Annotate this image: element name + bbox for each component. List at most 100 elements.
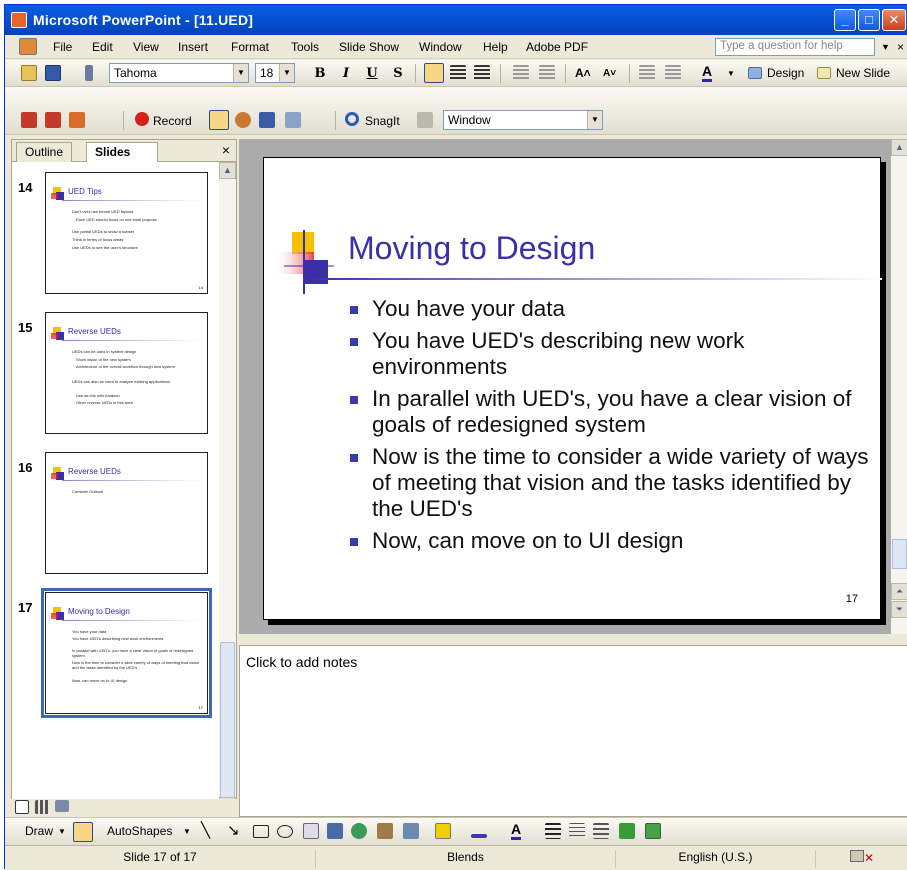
thumb-page-number: 14	[198, 285, 203, 290]
slide-thumbnail-16[interactable]: Reverse UEDs Consider Outlook	[45, 452, 208, 574]
line-style-icon[interactable]	[545, 823, 561, 839]
slide-thumbnail-17[interactable]: Moving to Design You have your data You …	[41, 588, 212, 718]
ask-question-input[interactable]: Type a question for help	[715, 38, 875, 56]
menu-window[interactable]: Window	[419, 40, 462, 54]
snagit-button[interactable]: SnagIt	[365, 114, 400, 128]
rectangle-icon[interactable]	[253, 825, 269, 838]
italic-button[interactable]: I	[337, 65, 355, 83]
draw-font-color-icon[interactable]: A	[511, 821, 522, 840]
narrate-icon[interactable]	[235, 112, 251, 128]
underline-button[interactable]: U	[363, 65, 381, 83]
menu-edit[interactable]: Edit	[92, 40, 113, 54]
bullets-icon[interactable]	[539, 65, 555, 81]
bold-button[interactable]: B	[311, 65, 329, 83]
document-icon[interactable]	[19, 38, 37, 55]
slide-title[interactable]: Moving to Design	[348, 230, 595, 267]
align-center-icon[interactable]	[450, 65, 466, 81]
minimize-button[interactable]: _	[834, 9, 856, 31]
menu-insert[interactable]: Insert	[178, 40, 208, 54]
line-color-icon[interactable]	[471, 834, 487, 838]
slide-bullets[interactable]: You have your data You have UED's descri…	[350, 296, 870, 560]
thumb-line: You have UED's describing new work envir…	[72, 636, 164, 641]
decrease-indent-icon[interactable]	[639, 65, 655, 81]
numbering-icon[interactable]	[513, 65, 529, 81]
menu-help[interactable]: Help	[483, 40, 508, 54]
textbox-icon[interactable]	[303, 823, 319, 839]
close-button[interactable]: ✕	[882, 9, 906, 31]
wordart-icon[interactable]	[327, 823, 343, 839]
new-slide-button[interactable]: New Slide	[836, 66, 890, 80]
arrow-style-icon[interactable]	[593, 823, 609, 839]
shadow-button[interactable]: S	[389, 65, 407, 83]
save-icon[interactable]	[45, 65, 61, 81]
fill-color-icon[interactable]	[435, 823, 451, 839]
current-slide[interactable]: Moving to Design You have your data You …	[263, 157, 882, 620]
font-color-dropdown-icon[interactable]: ▼	[727, 69, 735, 78]
font-combo[interactable]: Tahoma ▼	[109, 63, 249, 83]
acrobat-review-icon[interactable]	[69, 112, 85, 128]
tab-outline[interactable]: Outline	[16, 142, 73, 162]
scroll-thumb[interactable]	[220, 642, 235, 802]
toolbar-options-icon[interactable]	[85, 65, 93, 81]
spelling-status-icon[interactable]: ✕	[815, 850, 907, 868]
decrease-font-icon[interactable]: A˅	[603, 68, 616, 79]
tab-slides[interactable]: Slides	[86, 142, 158, 162]
presentation-icon[interactable]	[285, 112, 301, 128]
shadow-style-icon[interactable]	[619, 823, 635, 839]
3d-style-icon[interactable]	[645, 823, 661, 839]
align-right-icon[interactable]	[474, 65, 490, 81]
line-icon[interactable]: ╲	[201, 821, 210, 839]
slide-sorter-icon[interactable]	[35, 800, 49, 814]
prev-slide-icon[interactable]: ⏶	[891, 583, 907, 600]
font-dropdown-icon[interactable]: ▼	[233, 64, 248, 82]
powerpoint-app-icon[interactable]	[11, 12, 27, 28]
arrow-icon[interactable]: ↘	[227, 821, 240, 839]
record-button[interactable]: Record	[153, 114, 192, 128]
diagram-icon[interactable]	[351, 823, 367, 839]
slide-thumbnail-15[interactable]: Reverse UEDs UEDs can be used in system …	[45, 312, 208, 434]
next-slide-icon[interactable]: ⏷	[891, 601, 907, 618]
menu-tools[interactable]: Tools	[291, 40, 319, 54]
ask-dropdown-icon[interactable]: ▼	[881, 42, 890, 52]
maximize-button[interactable]: □	[858, 9, 880, 31]
menu-adobe-pdf[interactable]: Adobe PDF	[526, 40, 588, 54]
clipart-icon[interactable]	[377, 823, 393, 839]
open-folder-icon[interactable]	[21, 65, 37, 81]
notes-splitter[interactable]	[239, 635, 907, 645]
dash-style-icon[interactable]	[569, 823, 585, 839]
doc-close-icon[interactable]: ×	[897, 40, 904, 54]
editor-scroll-thumb[interactable]	[892, 539, 907, 569]
picture-icon[interactable]	[403, 823, 419, 839]
draw-menu-button[interactable]: Draw	[25, 824, 53, 838]
acrobat-convert-icon[interactable]	[21, 112, 37, 128]
oval-icon[interactable]	[277, 825, 293, 838]
pane-close-icon[interactable]: ×	[222, 142, 230, 158]
increase-indent-icon[interactable]	[665, 65, 681, 81]
increase-font-icon[interactable]: A˄	[575, 66, 591, 80]
acrobat-email-icon[interactable]	[45, 112, 61, 128]
snagit-profile-icon[interactable]	[417, 112, 433, 128]
normal-view-icon[interactable]	[15, 800, 29, 814]
menu-view[interactable]: View	[133, 40, 159, 54]
font-size-combo[interactable]: 18 ▼	[255, 63, 295, 83]
slide-thumbnail-14[interactable]: UED Tips Don't over-use formal UED layou…	[45, 172, 208, 294]
editor-scrollbar[interactable]: ▲ ⏶ ⏷	[891, 139, 907, 634]
design-button[interactable]: Design	[767, 66, 804, 80]
menu-file[interactable]: File	[53, 40, 72, 54]
menu-format[interactable]: Format	[231, 40, 269, 54]
select-objects-icon[interactable]	[73, 822, 93, 842]
pointer-tool-icon[interactable]	[209, 110, 229, 130]
window-combo[interactable]: Window ▼	[443, 110, 603, 130]
menu-slide-show[interactable]: Slide Show	[339, 40, 399, 54]
capture-icon[interactable]	[259, 112, 275, 128]
scroll-up-icon[interactable]: ▲	[219, 162, 236, 179]
editor-scroll-up-icon[interactable]: ▲	[891, 139, 907, 156]
window-dropdown-icon[interactable]: ▼	[587, 111, 602, 129]
notes-pane[interactable]: Click to add notes	[239, 645, 907, 817]
autoshapes-button[interactable]: AutoShapes	[107, 824, 172, 838]
font-color-icon[interactable]: A	[702, 63, 713, 82]
slide-show-icon[interactable]	[55, 800, 69, 812]
pane-scrollbar[interactable]: ▲ ▼	[219, 162, 236, 814]
align-left-icon[interactable]	[424, 63, 444, 83]
size-dropdown-icon[interactable]: ▼	[279, 64, 294, 82]
